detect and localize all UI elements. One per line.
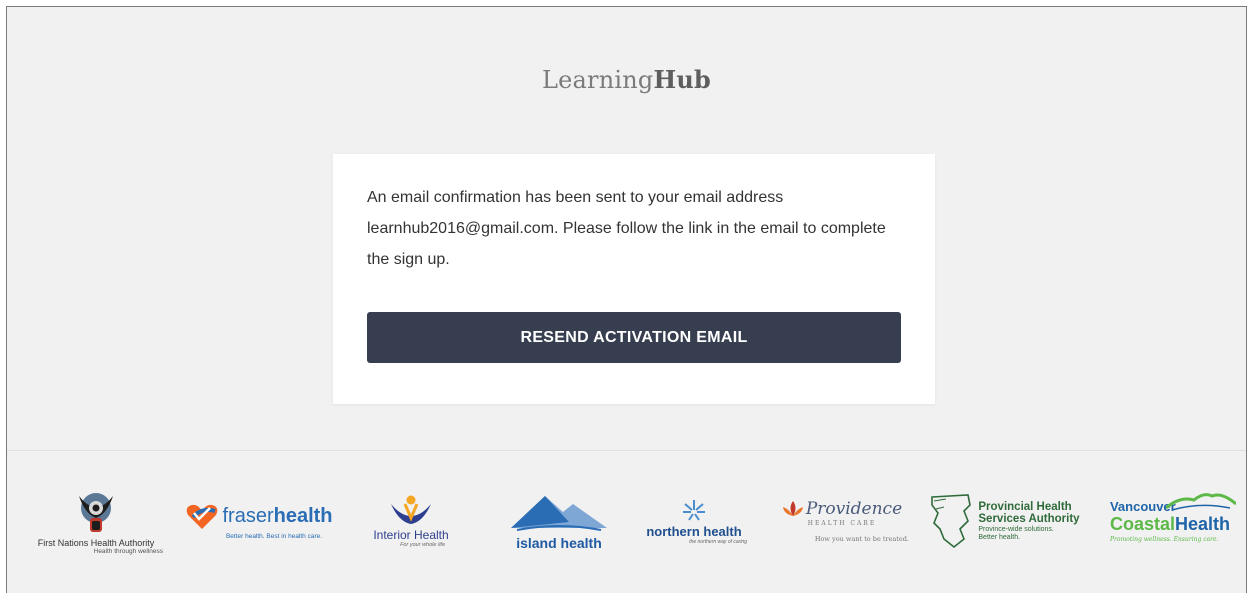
northern-health-name: northern health [646,523,742,539]
confirmation-message: An email confirmation has been sent to y… [367,189,886,268]
island-health-logo[interactable]: island health [509,475,609,567]
brand-light: Learning [542,66,654,94]
vch-name-health: Health [1175,513,1231,534]
providence-subname: HEALTH CARE [807,520,877,527]
fraser-name-light: fraser [222,505,274,527]
phsa-logo[interactable]: Provincial Health Services Authority Pro… [925,475,1085,567]
providence-flower-icon [782,501,803,516]
vch-name-coastal: Coastal [1109,513,1175,534]
phsa-name-line2: Services Authority [978,512,1080,525]
fnha-logo[interactable]: First Nations Health Authority Health th… [21,475,171,567]
fraser-name-bold: health [273,505,333,527]
fraserhealth-logo[interactable]: fraserhealth Better health. Best in heal… [177,475,341,567]
interior-health-figure-icon [391,495,431,524]
confirmation-card: An email confirmation has been sent to y… [333,154,935,404]
island-mountains-icon [511,495,607,531]
providence-name: Providence [805,499,903,519]
northern-health-tagline: the northern way of caring [689,538,747,545]
vch-tagline: Promoting wellness. Ensuring care. [1109,535,1219,543]
brand-bold: Hub [653,65,711,94]
phsa-tagline-line2: Better health. [978,533,1021,541]
phsa-tagline-line1: Province-wide solutions. [978,525,1054,533]
interior-health-name: Interior Health [373,528,449,542]
northern-health-logo[interactable]: northern health the northern way of cari… [633,475,755,567]
vch-logo[interactable]: Vancouver CoastalHealth Promoting wellne… [1097,475,1243,567]
learninghub-logo: LearningHub [7,65,1246,94]
resend-activation-button[interactable]: RESEND ACTIVATION EMAIL [367,312,901,363]
fraser-tagline: Better health. Best in health care. [225,532,323,540]
vch-mountain-icon [1165,492,1236,511]
bc-map-icon [931,494,972,549]
fnha-name: First Nations Health Authority [37,537,155,548]
island-health-name: island health [516,534,602,551]
providence-logo[interactable]: Providence HEALTH CARE How you want to b… [775,475,909,567]
footer-divider [7,450,1246,451]
interior-health-logo[interactable]: Interior Health For your whole life [363,475,459,567]
fraser-heart-icon [187,504,218,529]
providence-tagline: How you want to be treated. [814,535,909,543]
fnha-tagline: Health through wellness [93,547,163,555]
fnha-emblem-icon [79,492,113,532]
page-frame: LearningHub An email confirmation has be… [6,6,1247,593]
phsa-name-line1: Provincial Health [978,500,1072,513]
interior-health-tagline: For your whole life [400,542,445,548]
northern-snowflake-icon [683,499,705,521]
